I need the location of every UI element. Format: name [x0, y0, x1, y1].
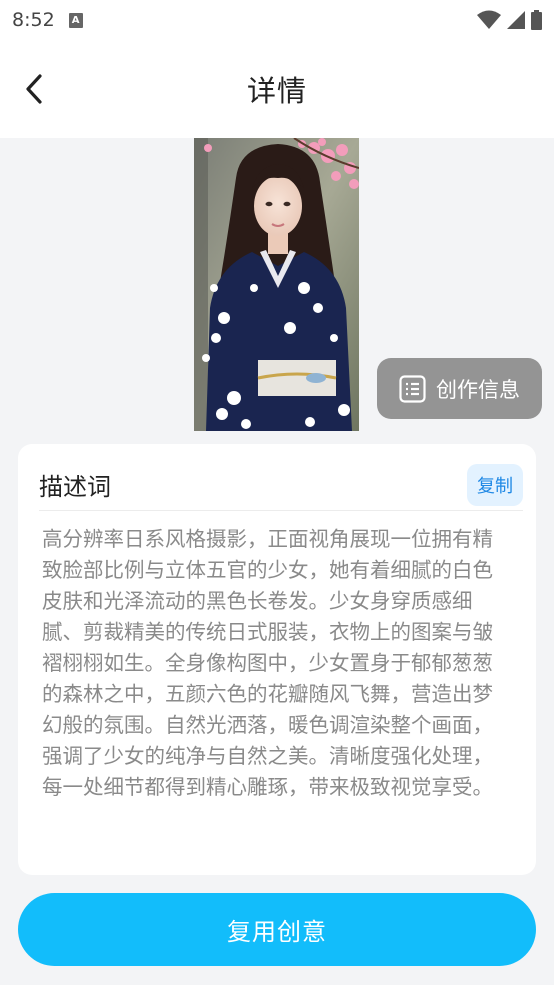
kimono-portrait [194, 138, 359, 431]
page-title: 详情 [246, 74, 307, 108]
back-button[interactable] [14, 64, 54, 114]
status-bar: 8:52 A [0, 0, 554, 40]
app-bar: 详情 [0, 40, 554, 138]
chevron-left-icon [26, 74, 42, 104]
list-document-icon [399, 374, 426, 403]
creation-info-button[interactable]: 创作信息 [377, 358, 542, 419]
reuse-idea-button[interactable]: 复用创意 [18, 893, 536, 966]
status-right [477, 10, 542, 30]
wifi-icon [477, 10, 501, 29]
status-left: 8:52 A [12, 9, 83, 31]
copy-button[interactable]: 复制 [467, 464, 523, 506]
font-a-icon: A [68, 12, 83, 28]
signal-icon [507, 11, 525, 29]
generated-image[interactable] [194, 138, 359, 431]
description-title: 描述词 [39, 473, 111, 501]
battery-icon [531, 10, 542, 30]
status-time: 8:52 [12, 9, 55, 31]
creation-info-label: 创作信息 [436, 377, 520, 402]
description-text: 高分辨率日系风格摄影，正面视角展现一位拥有精致脸部比例与立体五官的少女，她有着细… [42, 527, 493, 799]
description-header: 描述词 复制 [39, 464, 523, 511]
description-card: 描述词 复制 高分辨率日系风格摄影，正面视角展现一位拥有精致脸部比例与立体五官的… [18, 444, 536, 875]
